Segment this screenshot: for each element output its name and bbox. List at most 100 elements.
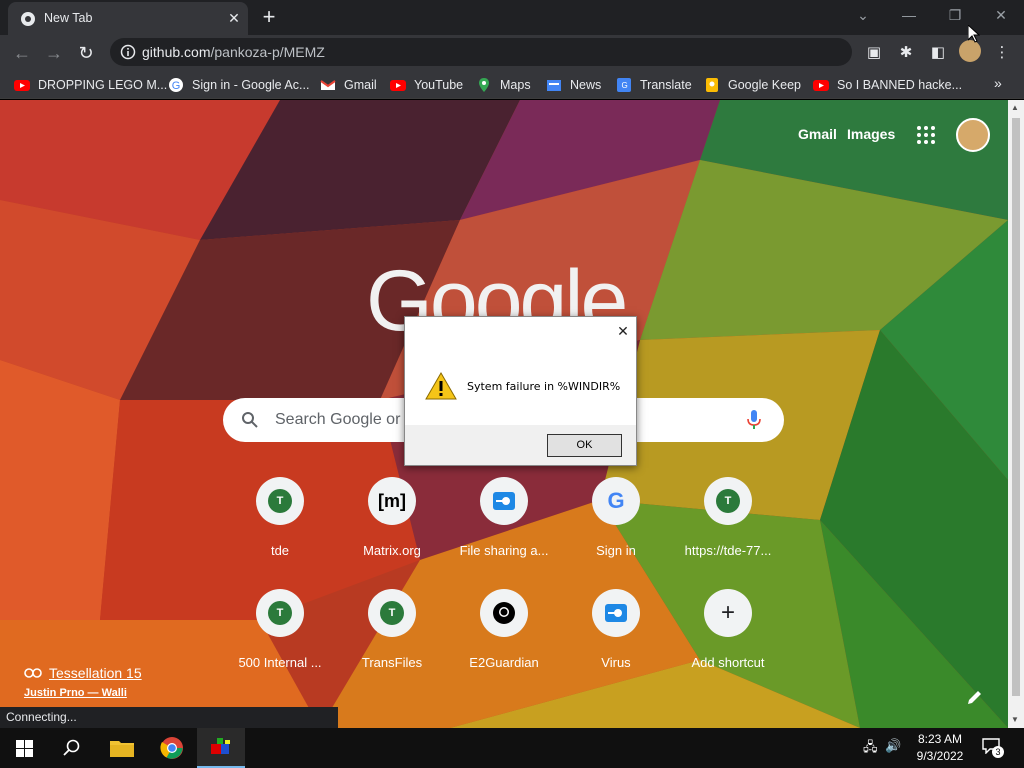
dialog-close-icon[interactable]: ✕ [613,321,633,341]
account-avatar[interactable] [956,118,990,152]
scroll-up-icon[interactable]: ▲ [1011,103,1019,112]
scroll-down-icon[interactable]: ▼ [1011,715,1019,724]
bookmark-item[interactable]: Maps [476,75,531,95]
tab-search-icon[interactable]: ⌄ [840,0,886,30]
notification-center-button[interactable]: 3 [982,738,1004,758]
chrome-icon [21,12,35,26]
search-icon [63,739,80,756]
app-icon [211,738,230,754]
add-icon: + [704,589,752,637]
news-icon [547,80,561,91]
bookmarks-bar: DROPPING LEGO M... G Sign in - Google Ac.… [0,70,1024,99]
dialog-message: Sytem failure in %WINDIR% [467,380,621,393]
toolbar: ← → ↻ github.com/pankoza-p/MEMZ ▣ ✱ ◧ ⋮ [0,35,1024,70]
images-link[interactable]: Images [847,126,895,142]
shortcut-tile[interactable]: T tde [224,477,336,577]
site-info-icon[interactable] [120,44,136,60]
title-bar: New Tab ✕ + ⌄ — ❐ ✕ [0,0,1024,35]
maps-icon [479,78,489,92]
customize-pencil-icon[interactable] [966,688,984,706]
back-button[interactable]: ← [8,39,36,67]
bookmark-item[interactable]: YouTube [390,75,463,95]
tab-title: New Tab [44,11,93,25]
shortcut-tile[interactable]: T https://tde-77... [672,477,784,577]
bookmark-item[interactable]: So I BANNED hacke... [813,75,962,95]
new-tab-button[interactable]: + [256,5,282,31]
profile-avatar[interactable] [959,40,981,62]
svg-text:G: G [622,81,628,90]
shortcut-tile[interactable]: Virus [560,589,672,689]
shortcut-icon: T [256,477,304,525]
address-bar[interactable]: github.com/pankoza-p/MEMZ [110,38,852,66]
search-button[interactable] [48,728,96,768]
file-explorer-button[interactable] [98,728,146,768]
screencast-icon[interactable]: ▣ [862,41,886,65]
bookmark-item[interactable]: Google Keep [704,75,801,95]
page-scrollbar[interactable]: ▲ ▼ [1008,100,1024,728]
chrome-icon [160,737,183,759]
forward-button[interactable]: → [40,39,68,67]
scrollbar-thumb[interactable] [1012,118,1020,696]
bookmark-item[interactable]: Gmail [320,75,377,95]
tab-new-tab[interactable]: New Tab ✕ [8,2,248,35]
svg-text:G: G [172,80,181,92]
shortcut-icon [480,589,528,637]
youtube-icon [14,80,30,91]
status-bubble: Connecting... [0,707,338,728]
shortcut-tile[interactable]: T TransFiles [336,589,448,689]
translate-icon: G [617,78,631,92]
apps-grid-icon[interactable] [916,125,936,145]
mouse-cursor-icon [968,25,980,43]
link-icon [24,668,42,678]
bookmark-item[interactable]: G Translate [616,75,692,95]
shortcut-icon: T [368,589,416,637]
reload-button[interactable]: ↻ [72,39,100,67]
shortcut-icon [480,477,528,525]
background-credit-link[interactable]: Tessellation 15 [24,665,142,681]
warning-icon [425,372,457,400]
youtube-icon [390,80,406,91]
bookmark-item[interactable]: G Sign in - Google Ac... [168,75,309,95]
extensions-icon[interactable]: ✱ [894,41,918,65]
notification-badge: 3 [992,746,1004,758]
volume-icon[interactable]: 🔊 [885,738,901,754]
microphone-icon[interactable] [747,410,761,430]
gmail-icon [320,80,336,90]
minimize-button[interactable]: — [886,0,932,30]
shortcut-tile[interactable]: File sharing a... [448,477,560,577]
folder-icon [110,741,134,757]
github-icon [493,602,515,624]
shortcut-tile[interactable]: G Sign in [560,477,672,577]
search-placeholder: Search Google or t [275,411,410,428]
memz-taskbar-button[interactable] [197,728,245,768]
start-button[interactable] [0,728,48,768]
system-clock[interactable]: 8:23 AM 9/3/2022 [902,731,978,765]
more-bookmarks-icon[interactable]: » [994,75,1002,91]
shortcut-tile[interactable]: T 500 Internal ... [224,589,336,689]
add-shortcut-button[interactable]: + Add shortcut [672,589,784,689]
url-text: github.com/pankoza-p/MEMZ [142,44,325,60]
shortcut-tile[interactable]: [m] Matrix.org [336,477,448,577]
ok-button[interactable]: OK [547,434,622,457]
google-icon: G [607,488,625,513]
network-icon[interactable]: 🖧 [863,738,878,760]
error-dialog: ✕ Sytem failure in %WINDIR% OK [404,316,637,466]
windows-icon [15,739,33,757]
chrome-taskbar-button[interactable] [148,728,196,768]
tab-close-icon[interactable]: ✕ [224,8,244,28]
file-share-icon [493,492,515,510]
menu-icon[interactable]: ⋮ [990,41,1014,65]
shortcut-icon [592,589,640,637]
dialog-body [405,317,636,425]
taskbar: 🖧 🔊 8:23 AM 9/3/2022 3 [0,728,1024,768]
youtube-icon [813,80,829,91]
file-share-icon [605,604,627,622]
background-author-link[interactable]: Justin Prno — Walli [24,687,127,699]
shortcut-icon: [m] [368,477,416,525]
gmail-link[interactable]: Gmail [798,126,837,142]
shortcut-tile[interactable]: E2Guardian [448,589,560,689]
bookmark-item[interactable]: DROPPING LEGO M... [14,75,167,95]
bookmark-item[interactable]: News [546,75,601,95]
window-close-button[interactable]: ✕ [978,0,1024,30]
side-panel-icon[interactable]: ◧ [926,41,950,65]
